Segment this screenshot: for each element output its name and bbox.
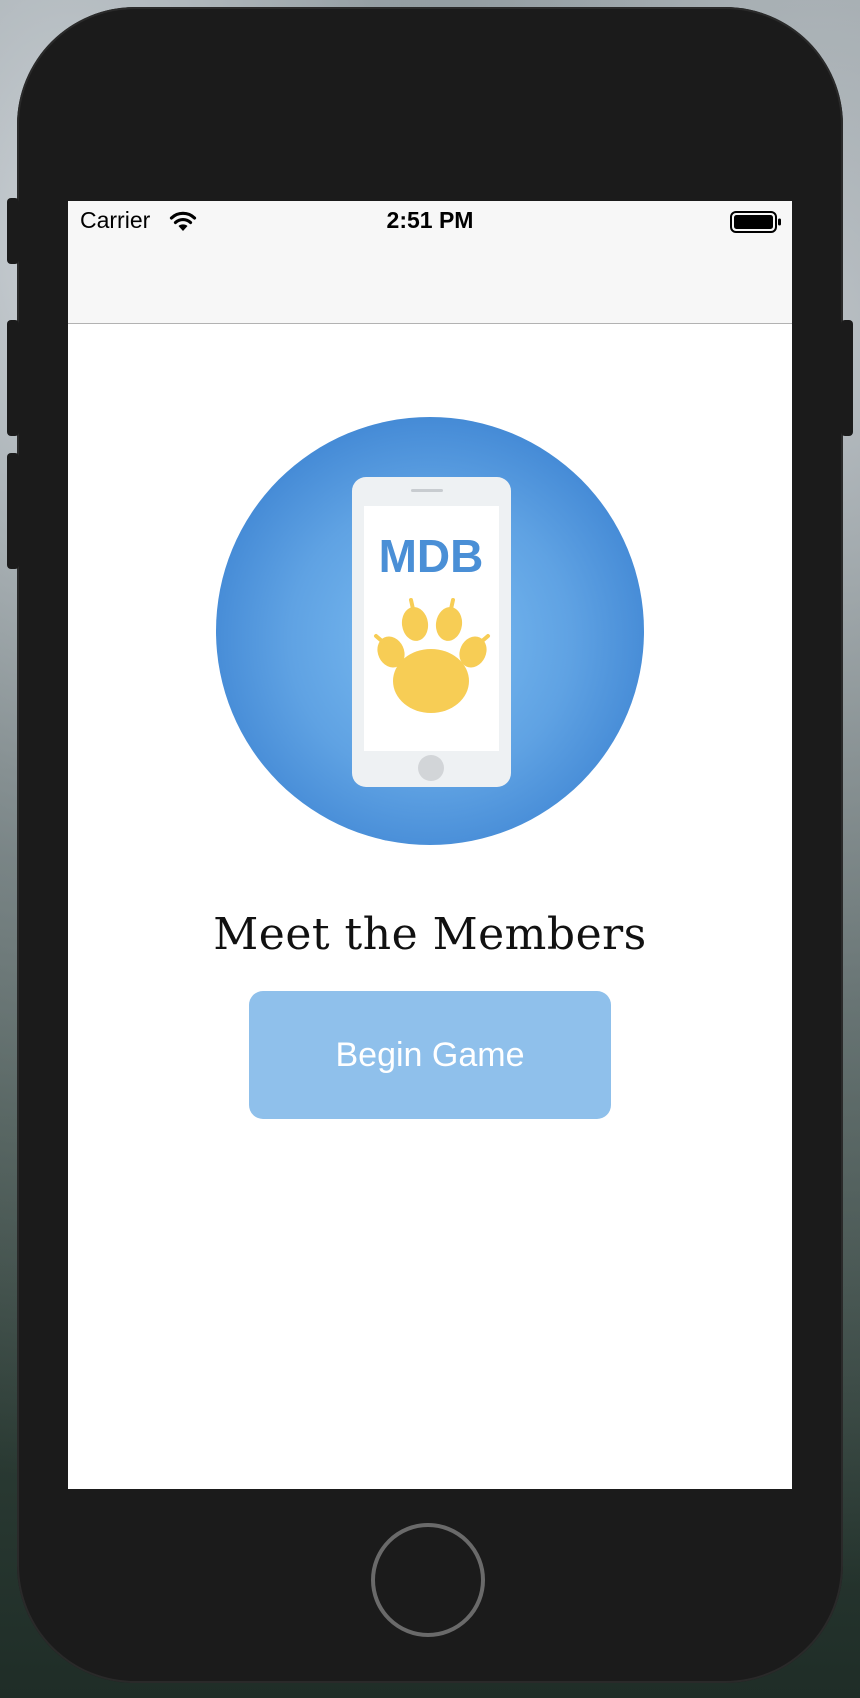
phone-icon: MDB xyxy=(352,477,511,787)
volume-down-button xyxy=(7,453,19,569)
home-button[interactable] xyxy=(371,1523,485,1637)
page-title: Meet the Members xyxy=(213,909,647,960)
svg-text:MDB: MDB xyxy=(379,530,484,582)
status-bar: Carrier 2:51 PM xyxy=(68,201,792,241)
begin-game-button[interactable]: Begin Game xyxy=(249,991,611,1119)
volume-up-button xyxy=(7,320,19,436)
mute-switch xyxy=(7,198,19,264)
power-button xyxy=(841,320,853,436)
status-time: 2:51 PM xyxy=(386,207,474,233)
app-screen: Carrier 2:51 PM MDB Meet the Members Beg… xyxy=(68,201,792,1489)
battery-full-icon xyxy=(730,211,781,233)
mdb-logo: MDB xyxy=(216,417,644,845)
